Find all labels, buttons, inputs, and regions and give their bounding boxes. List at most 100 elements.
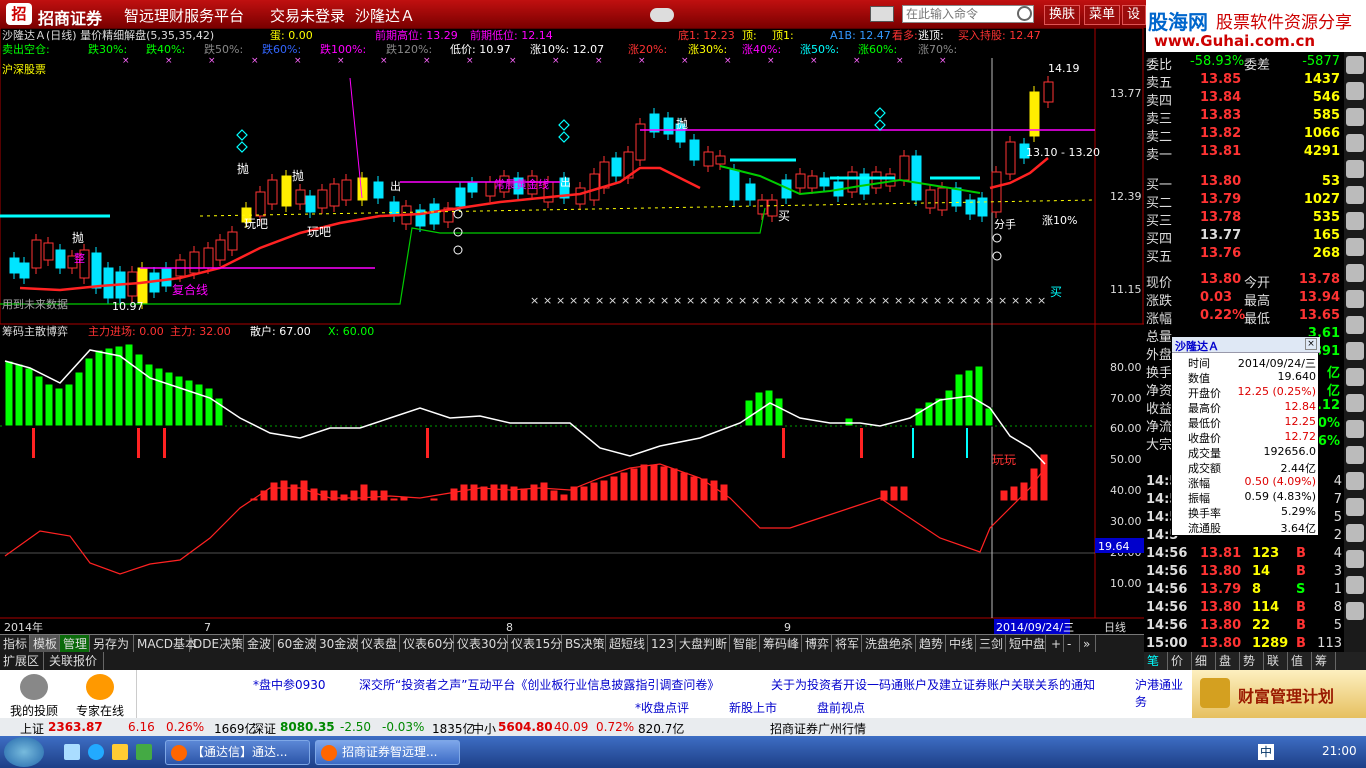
indicator-tab[interactable]: 另存为 xyxy=(90,635,134,653)
indicator-tab[interactable]: 仪表盘 xyxy=(358,635,400,653)
indicator-tab[interactable]: 仪表30分 xyxy=(454,635,508,653)
my-invest-label[interactable]: 我的投顾 xyxy=(10,702,58,719)
expert-label[interactable]: 专家在线 xyxy=(76,702,124,719)
indicator-tab[interactable]: 智能 xyxy=(730,635,760,653)
quote-tab[interactable]: 联 xyxy=(1264,652,1288,670)
indicator-tab[interactable]: 金波 xyxy=(244,635,274,653)
indicator-tab[interactable]: 管理 xyxy=(60,635,90,653)
side-tool-icon[interactable] xyxy=(1346,108,1364,126)
indicator-tab[interactable]: DDE决策 xyxy=(190,635,244,653)
tab-nav-button[interactable]: + xyxy=(1048,635,1064,653)
news-7[interactable]: 盘前视点 xyxy=(817,699,865,716)
quote-tab[interactable]: 价 xyxy=(1168,652,1192,670)
news-1[interactable]: *盘中参0930 xyxy=(253,676,326,693)
note-pao-4: 抛 xyxy=(676,116,688,131)
side-tool-icon[interactable] xyxy=(1346,82,1364,100)
my-invest-icon[interactable] xyxy=(20,674,48,700)
side-tool-icon[interactable] xyxy=(1346,186,1364,204)
tab-nav-button[interactable]: » xyxy=(1080,635,1096,653)
indicator-tab[interactable]: 60金波 xyxy=(274,635,316,653)
side-tool-icon[interactable] xyxy=(1346,420,1364,438)
indicator-tab[interactable]: 123 xyxy=(648,635,676,653)
side-tool-icon[interactable] xyxy=(1346,576,1364,594)
candle-body xyxy=(137,267,148,304)
indicator-tab[interactable]: 30金波 xyxy=(316,635,358,653)
explorer-icon[interactable] xyxy=(64,744,80,760)
side-tool-icon[interactable] xyxy=(1346,160,1364,178)
keyboard-icon[interactable] xyxy=(870,6,894,22)
side-tool-icon[interactable] xyxy=(1346,602,1364,620)
indicator-tab[interactable]: 趋势 xyxy=(916,635,946,653)
side-tool-icon[interactable] xyxy=(1346,394,1364,412)
indicator-tab[interactable]: 博弈 xyxy=(802,635,832,653)
search-icon[interactable] xyxy=(1017,6,1032,21)
indicator-tab[interactable]: 三剑 xyxy=(976,635,1006,653)
news-4[interactable]: 沪港通业务 xyxy=(1135,676,1193,710)
indicator-tab[interactable]: 筹码峰 xyxy=(760,635,802,653)
gift-icon[interactable] xyxy=(650,8,674,22)
side-tool-icon[interactable] xyxy=(1346,550,1364,568)
indicator-tab[interactable]: 仪表15分 xyxy=(508,635,562,653)
side-tool-icon[interactable] xyxy=(1346,134,1364,152)
indicator-tab[interactable]: 仪表60分 xyxy=(400,635,454,653)
green-bar xyxy=(44,383,54,427)
news-3[interactable]: 关于为投资者开设一码通账户及建立证券账户关联关系的通知 xyxy=(771,676,1095,693)
indicator-tab[interactable]: BS决策 xyxy=(562,635,606,653)
indicator-tab[interactable]: 大盘判断 xyxy=(676,635,730,653)
popup-close-icon[interactable]: × xyxy=(1305,338,1317,350)
quote-tab[interactable]: 筹 xyxy=(1312,652,1336,670)
indicator-tab[interactable]: 模板 xyxy=(30,635,60,653)
news-5[interactable]: *收盘点评 xyxy=(635,699,689,716)
app-icon[interactable] xyxy=(136,744,152,760)
red-bar xyxy=(489,483,499,502)
side-tool-icon[interactable] xyxy=(1346,316,1364,334)
ie-icon[interactable] xyxy=(88,744,104,760)
side-tool-icon[interactable] xyxy=(1346,472,1364,490)
news-2[interactable]: 深交所“投资者之声”互动平台《创业板行业信息披露指引调查问卷》 xyxy=(359,676,719,693)
expert-icon[interactable] xyxy=(86,674,114,700)
side-tool-icon[interactable] xyxy=(1346,212,1364,230)
task-zhaoshang[interactable]: 招商证券智远理... xyxy=(315,740,460,765)
task-tdx[interactable]: 【通达信】通达... xyxy=(165,740,310,765)
login-status[interactable]: 交易未登录 xyxy=(270,5,345,26)
data-popup[interactable]: 沙隆达Ａ × 时间 2014/09/24/三 数值 19.640 开盘价 12.25 (0… xyxy=(1171,336,1320,536)
wealth-banner[interactable]: 财富管理计划 xyxy=(1192,670,1366,718)
command-input[interactable]: 在此输入命令 xyxy=(902,5,1034,23)
kline-chart[interactable]: 沙隆达Ａ(日线) 量价精细解盘(5,35,35,42) 蛋: 0.00 前期高位:… xyxy=(0,27,1144,634)
skin-button[interactable]: 换肤 xyxy=(1044,5,1081,25)
side-tool-icon[interactable] xyxy=(1346,524,1364,542)
news-6[interactable]: 新股上市 xyxy=(729,699,777,716)
tick-volume: 114 xyxy=(1252,600,1280,615)
candle-body xyxy=(467,182,478,193)
indicator-tab[interactable]: 短中盘 xyxy=(1006,635,1046,653)
settings-button[interactable]: 设置 xyxy=(1122,5,1146,25)
side-tool-icon[interactable] xyxy=(1346,238,1364,256)
menu-button[interactable]: 菜单 xyxy=(1084,5,1121,25)
indicator-tab[interactable]: 洗盘绝杀 xyxy=(862,635,916,653)
side-tool-icon[interactable] xyxy=(1346,498,1364,516)
quote-tab[interactable]: 盘 xyxy=(1216,652,1240,670)
start-icon[interactable] xyxy=(4,737,44,767)
ime-icon[interactable]: 中 xyxy=(1258,744,1274,760)
side-tool-icon[interactable] xyxy=(1346,56,1364,74)
side-tool-icon[interactable] xyxy=(1346,264,1364,282)
folder-icon[interactable] xyxy=(112,744,128,760)
chart-area[interactable]: 沙隆达Ａ(日线) 量价精细解盘(5,35,35,42) 蛋: 0.00 前期高位:… xyxy=(0,27,1144,634)
indicator-tab[interactable]: MACD基本 xyxy=(134,635,197,653)
extension-tab[interactable]: 扩展区 xyxy=(0,652,44,670)
side-tool-icon[interactable] xyxy=(1346,342,1364,360)
indicator-tab[interactable]: 中线 xyxy=(946,635,976,653)
extension-tab[interactable]: 关联报价 xyxy=(46,652,104,670)
side-tool-icon[interactable] xyxy=(1346,290,1364,308)
indicator-tab[interactable]: 将军 xyxy=(832,635,862,653)
candle-body xyxy=(871,171,882,189)
quote-tab[interactable]: 势 xyxy=(1240,652,1264,670)
quote-tab[interactable]: 笔 xyxy=(1144,652,1168,670)
quote-tab[interactable]: 细 xyxy=(1192,652,1216,670)
tab-nav-button[interactable]: - xyxy=(1064,635,1080,653)
quote-tab[interactable]: 值 xyxy=(1288,652,1312,670)
indicator-tab[interactable]: 指标 xyxy=(0,635,30,653)
indicator-tab[interactable]: 超短线 xyxy=(606,635,648,653)
side-tool-icon[interactable] xyxy=(1346,446,1364,464)
side-tool-icon[interactable] xyxy=(1346,368,1364,386)
